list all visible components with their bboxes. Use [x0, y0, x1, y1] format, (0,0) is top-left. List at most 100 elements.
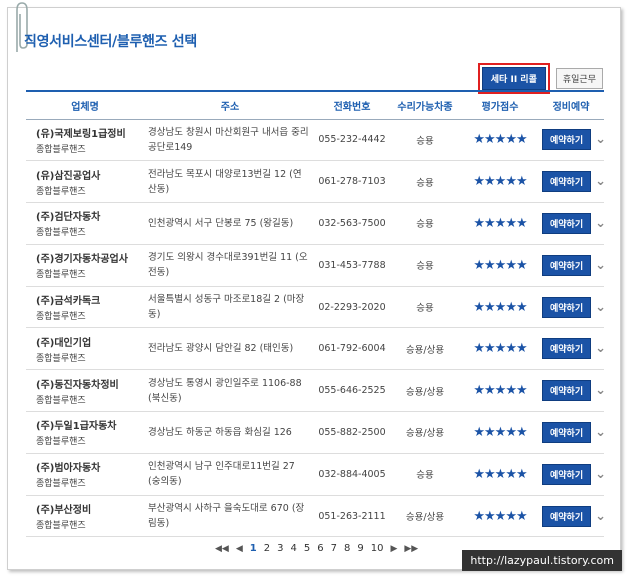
company-name[interactable]: (유)삼진공업사: [36, 167, 144, 182]
watermark: http://lazypaul.tistory.com: [462, 550, 622, 571]
star-icon: ★: [515, 341, 528, 357]
chevron-down-icon[interactable]: ⌄: [595, 509, 606, 524]
page-number[interactable]: 8: [344, 543, 350, 554]
table-row: (주)대인기업 종합블루핸즈 전라남도 광양시 담안길 82 (태인동) 061-79…: [26, 328, 606, 370]
first-page-icon[interactable]: ◀◀: [215, 544, 229, 554]
company-name[interactable]: (주)경기자동차공업사: [36, 250, 144, 265]
reservation-cell: 예약하기 ⌄: [538, 244, 606, 286]
star-icon: ★: [515, 466, 528, 482]
company-name[interactable]: (주)부산정비: [36, 501, 144, 516]
holiday-filter-button[interactable]: 휴일근무: [555, 68, 603, 89]
chevron-down-icon[interactable]: ⌄: [595, 425, 606, 440]
page-number[interactable]: 1: [250, 543, 257, 554]
recall-filter-button[interactable]: 세타 II 리콜: [481, 67, 546, 90]
company-name[interactable]: (주)대인기업: [36, 334, 144, 349]
star-icon: ★: [484, 424, 496, 440]
company-type: 종합블루핸즈: [36, 144, 86, 155]
reserve-button[interactable]: 예약하기: [542, 505, 592, 527]
star-icon: ★: [505, 508, 517, 524]
chevron-down-icon[interactable]: ⌄: [595, 383, 606, 398]
reserve-button[interactable]: 예약하기: [542, 463, 592, 485]
phone-cell: 031-453-7788: [318, 259, 386, 271]
vehicle-type-cell: 승용: [416, 261, 434, 273]
star-icon: ★: [515, 174, 528, 190]
last-page-icon[interactable]: ▶▶: [404, 544, 418, 554]
chevron-down-icon[interactable]: ⌄: [595, 174, 606, 189]
phone-cell: 051-263-2111: [318, 510, 386, 522]
star-icon: ★: [473, 257, 485, 273]
page-number[interactable]: 4: [290, 543, 296, 554]
star-icon: ★: [515, 132, 528, 148]
prev-page-icon[interactable]: ◀: [236, 544, 243, 554]
table-row: (주)경기자동차공업사 종합블루핸즈 경기도 의왕시 경수대로391번길 11 (오…: [26, 244, 606, 287]
page-number[interactable]: 10: [371, 543, 384, 554]
star-icon: ★: [505, 383, 517, 399]
company-type: 종합블루핸즈: [36, 395, 86, 406]
company-cell: (주)동진자동차정비종합블루핸즈: [26, 370, 144, 412]
company-name[interactable]: (주)범아자동차: [36, 459, 144, 474]
col-header-company[interactable]: 업체명: [26, 91, 144, 119]
reservation-cell: 예약하기 ⌄: [538, 370, 606, 412]
col-header-reservation[interactable]: 정비예약: [538, 91, 604, 119]
col-header-phone[interactable]: 전화번호: [316, 91, 388, 119]
star-icon: ★: [515, 508, 528, 524]
company-type: 종합블루핸즈: [36, 186, 86, 197]
page-number[interactable]: 6: [317, 543, 323, 554]
rating-cell: ★★★★★: [462, 119, 538, 161]
page-number[interactable]: 9: [357, 543, 363, 554]
reserve-button[interactable]: 예약하기: [542, 296, 592, 318]
rating-cell: ★★★★★: [462, 328, 538, 370]
reserve-button[interactable]: 예약하기: [542, 129, 592, 151]
company-type: 종합블루핸즈: [36, 479, 86, 490]
next-page-icon[interactable]: ▶: [390, 544, 397, 554]
reservation-cell: 예약하기 ⌄: [538, 286, 606, 328]
col-header-address[interactable]: 주소: [144, 91, 316, 119]
company-cell: (유)삼진공업사종합블루핸즈: [26, 161, 144, 203]
chevron-down-icon[interactable]: ⌄: [595, 341, 606, 356]
star-icon: ★: [494, 174, 507, 190]
company-type: 종합블루핸즈: [36, 228, 86, 239]
reserve-button[interactable]: 예약하기: [542, 254, 592, 276]
star-icon: ★: [473, 215, 485, 231]
company-name[interactable]: (주)금석카독크: [36, 292, 144, 307]
table-row: (주)동진자동차정비 종합블루핸즈 경상남도 통영시 광인일주로 1106-88 (…: [26, 370, 606, 412]
address-cell: 경상남도 하동군 하동읍 화심길 126: [148, 426, 292, 438]
chevron-down-icon[interactable]: ⌄: [595, 132, 606, 147]
star-icon: ★: [484, 383, 496, 399]
reserve-button[interactable]: 예약하기: [542, 338, 592, 360]
chevron-down-icon[interactable]: ⌄: [595, 300, 606, 315]
company-name[interactable]: (주)검단자동차: [36, 208, 144, 223]
chevron-down-icon[interactable]: ⌄: [595, 216, 606, 231]
reserve-button[interactable]: 예약하기: [542, 421, 592, 443]
company-name[interactable]: (유)국제보링1급정비: [36, 125, 144, 140]
star-icon: ★: [484, 341, 496, 357]
col-header-vehicle[interactable]: 수리가능차종: [388, 91, 462, 119]
company-cell: (주)경기자동차공업사종합블루핸즈: [26, 244, 144, 286]
chevron-down-icon[interactable]: ⌄: [595, 258, 606, 273]
address-cell: 부산광역시 사하구 을숙도대로 670 (장림동): [148, 503, 305, 530]
table-row: (주)부산정비종합블루핸즈 부산광역시 사하구 을숙도대로 670 (장림동) 05…: [26, 495, 606, 537]
star-icon: ★: [484, 299, 496, 315]
rating-cell: ★★★★★: [462, 161, 538, 203]
company-cell: (주)금석카독크 종합블루핸즈: [26, 286, 144, 328]
company-name[interactable]: (주)동진자동차정비: [36, 376, 144, 391]
page-number[interactable]: 3: [277, 543, 283, 554]
star-icon: ★: [494, 508, 507, 524]
reservation-cell: 예약하기 ⌄: [538, 203, 606, 245]
page-number[interactable]: 2: [264, 543, 270, 554]
reserve-button[interactable]: 예약하기: [542, 380, 592, 402]
star-icon: ★: [505, 174, 517, 190]
page-number[interactable]: 5: [304, 543, 310, 554]
service-center-table: 업체명 주소 전화번호 수리가능차종 평가점수 정비예약 (유)국제보링1급정비…: [26, 90, 606, 537]
company-type: 종합블루핸즈: [36, 521, 86, 532]
reserve-button[interactable]: 예약하기: [542, 171, 592, 193]
company-type: 종합블루핸즈: [36, 270, 86, 281]
col-header-rating[interactable]: 평가점수: [462, 91, 538, 119]
phone-cell: 032-884-4005: [318, 468, 386, 480]
star-icon: ★: [473, 174, 485, 190]
reserve-button[interactable]: 예약하기: [542, 212, 592, 234]
page-number[interactable]: 7: [331, 543, 337, 554]
company-name[interactable]: (주)두일1급자동차: [36, 417, 144, 432]
star-icon: ★: [484, 174, 496, 190]
chevron-down-icon[interactable]: ⌄: [595, 467, 606, 482]
